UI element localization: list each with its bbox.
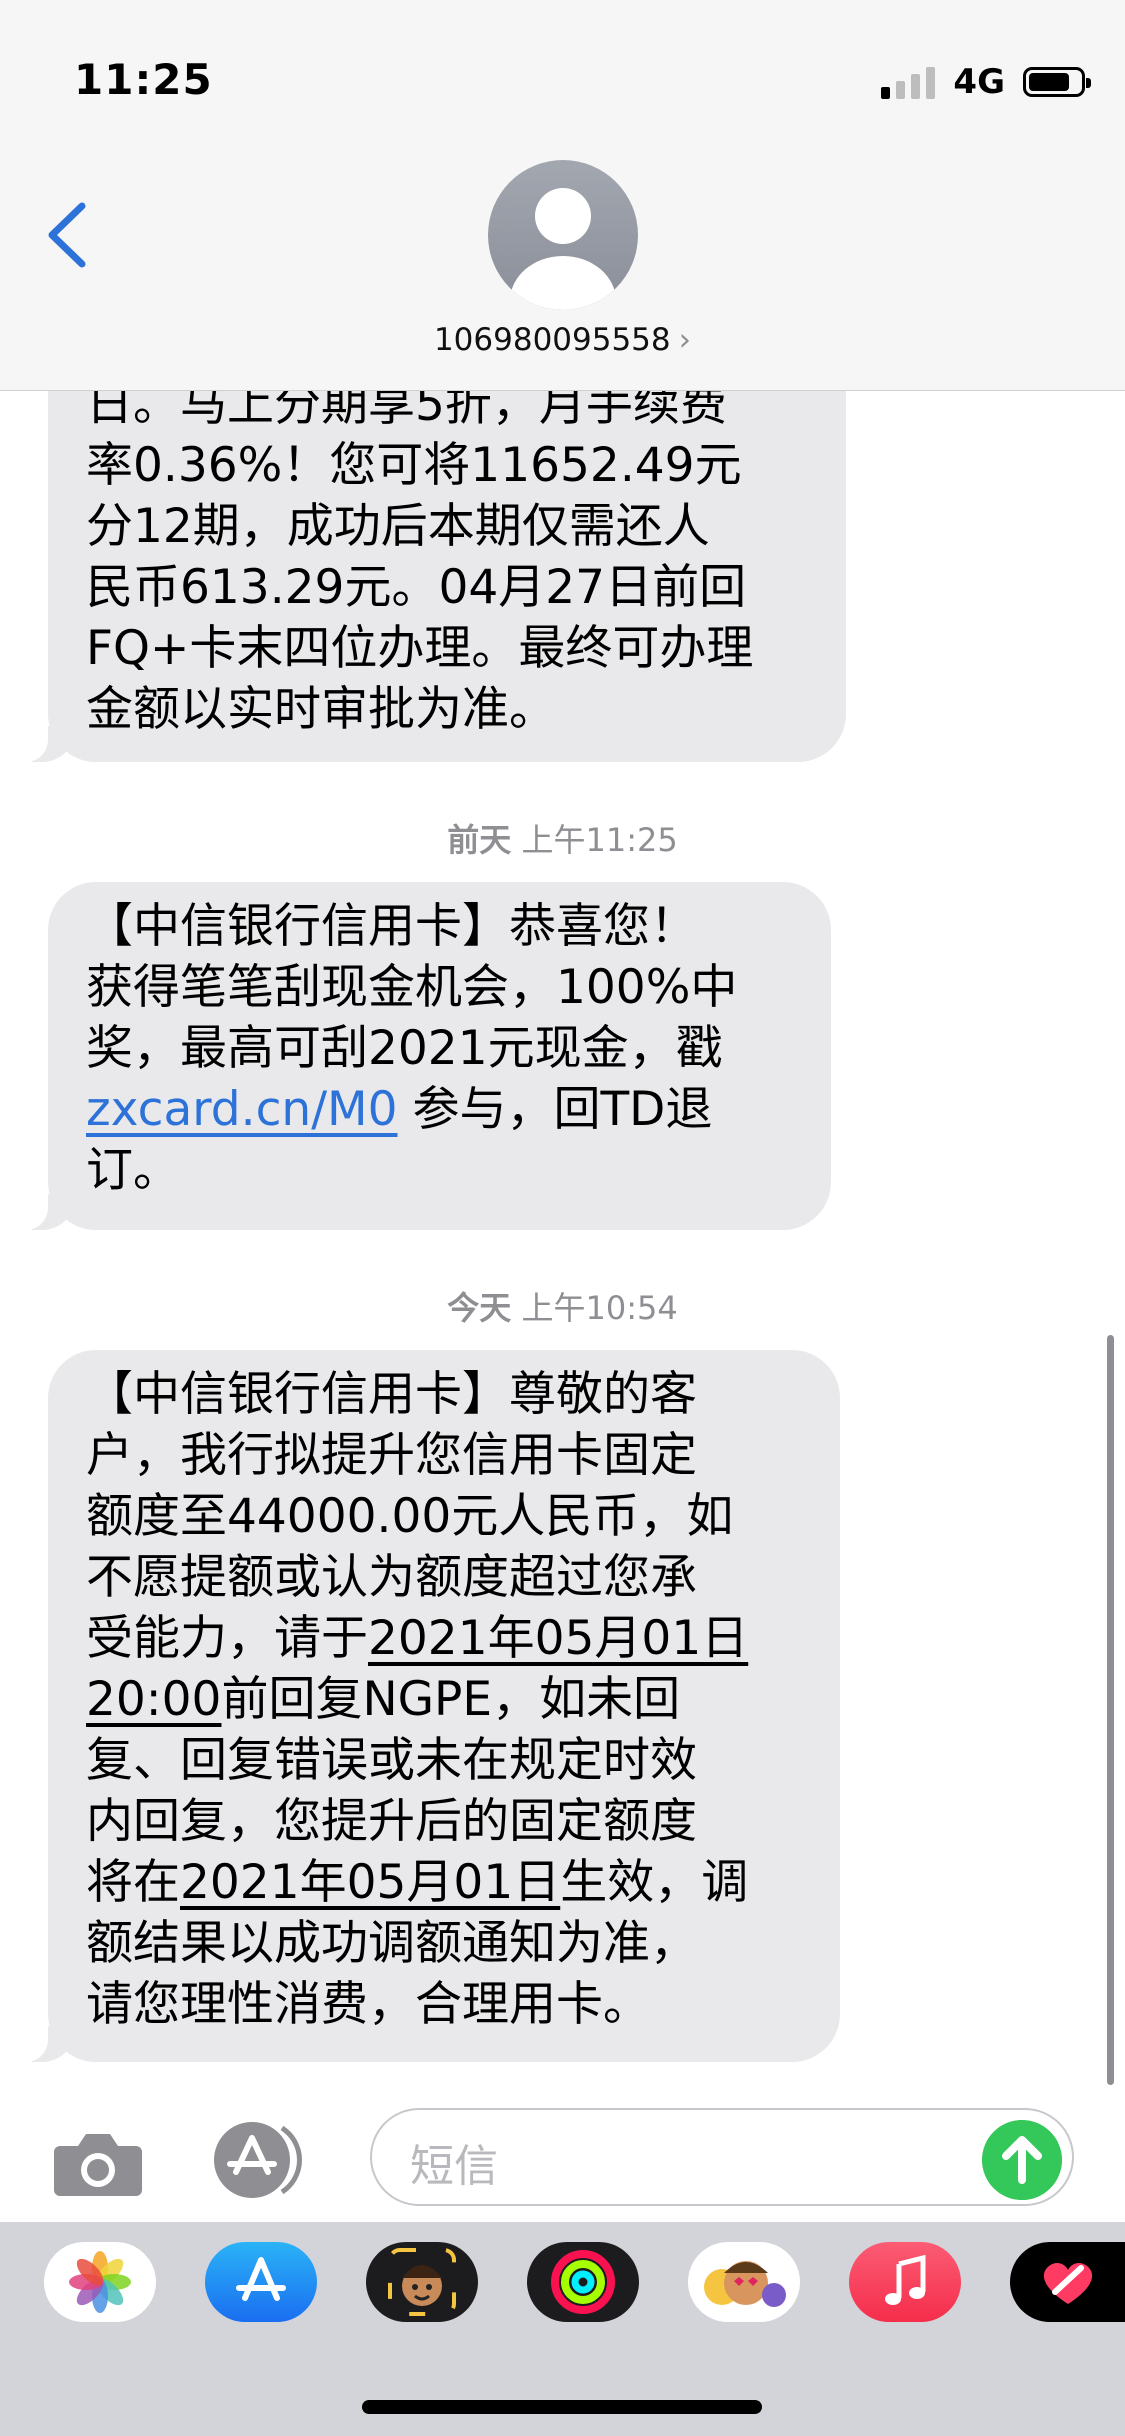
status-time: 11:25 bbox=[74, 55, 213, 104]
contact-number[interactable]: 106980095558 bbox=[434, 322, 671, 358]
message-text: 【中信银行信用卡】尊敬的客 户，我行拟提升您信用卡固定 额度至44000.00元… bbox=[86, 1367, 749, 2032]
message-input-placeholder: 短信 bbox=[410, 2141, 498, 2192]
app-store-button[interactable] bbox=[212, 2120, 316, 2200]
status-indicators: 4G bbox=[881, 60, 1091, 104]
activity-icon[interactable] bbox=[527, 2242, 639, 2322]
contact-avatar[interactable] bbox=[488, 160, 638, 310]
chevron-right-icon: › bbox=[678, 322, 692, 358]
message-bubble[interactable]: 【中信银行信用卡】恭喜您！ 获得笔笔刮现金机会，100%中 奖，最高可刮2021… bbox=[22, 882, 831, 1230]
send-arrow-icon[interactable] bbox=[982, 2120, 1062, 2200]
message-timestamp: 今天 上午10:54 bbox=[447, 1289, 678, 1327]
back-chevron-icon[interactable] bbox=[44, 200, 90, 270]
photos-icon[interactable] bbox=[44, 2242, 156, 2322]
message-bubble[interactable]: 【中信银行信用卡】尊敬的客 户，我行拟提升您信用卡固定 额度至44000.00元… bbox=[22, 1350, 840, 2062]
digital-touch-icon[interactable] bbox=[1010, 2242, 1125, 2322]
message-text: 日。马上分期享5折，月手续费 率0.36%！您可将11652.49元 分12期，… bbox=[86, 377, 754, 737]
battery-icon bbox=[1023, 67, 1091, 97]
animoji-icon[interactable] bbox=[688, 2242, 800, 2322]
cellular-signal-icon bbox=[881, 65, 936, 99]
date-link[interactable]: 2021年05月01日 bbox=[368, 1611, 748, 1666]
contact-name[interactable]: 106980095558 › bbox=[0, 322, 1125, 358]
message-text: 【中信银行信用卡】恭喜您！ 获得笔笔刮现金机会，100%中 奖，最高可刮2021… bbox=[86, 899, 738, 1198]
memoji-icon[interactable] bbox=[366, 2242, 478, 2322]
message-timestamp: 前天 上午11:25 bbox=[447, 821, 678, 859]
music-icon[interactable] bbox=[849, 2242, 961, 2322]
scrollbar[interactable] bbox=[1107, 1335, 1114, 2085]
time-link[interactable]: 20:00 bbox=[86, 1672, 221, 1727]
network-type: 4G bbox=[953, 62, 1005, 102]
message-input[interactable]: 短信 bbox=[370, 2108, 1074, 2206]
home-indicator[interactable] bbox=[362, 2400, 762, 2414]
camera-icon[interactable] bbox=[52, 2128, 144, 2198]
app-store-icon[interactable] bbox=[205, 2242, 317, 2322]
conversation-header: 11:25 4G 106980095558 › bbox=[0, 0, 1125, 391]
message-link[interactable]: zxcard.cn/M0 bbox=[86, 1082, 398, 1137]
date-link[interactable]: 2021年05月01日 bbox=[180, 1855, 560, 1910]
